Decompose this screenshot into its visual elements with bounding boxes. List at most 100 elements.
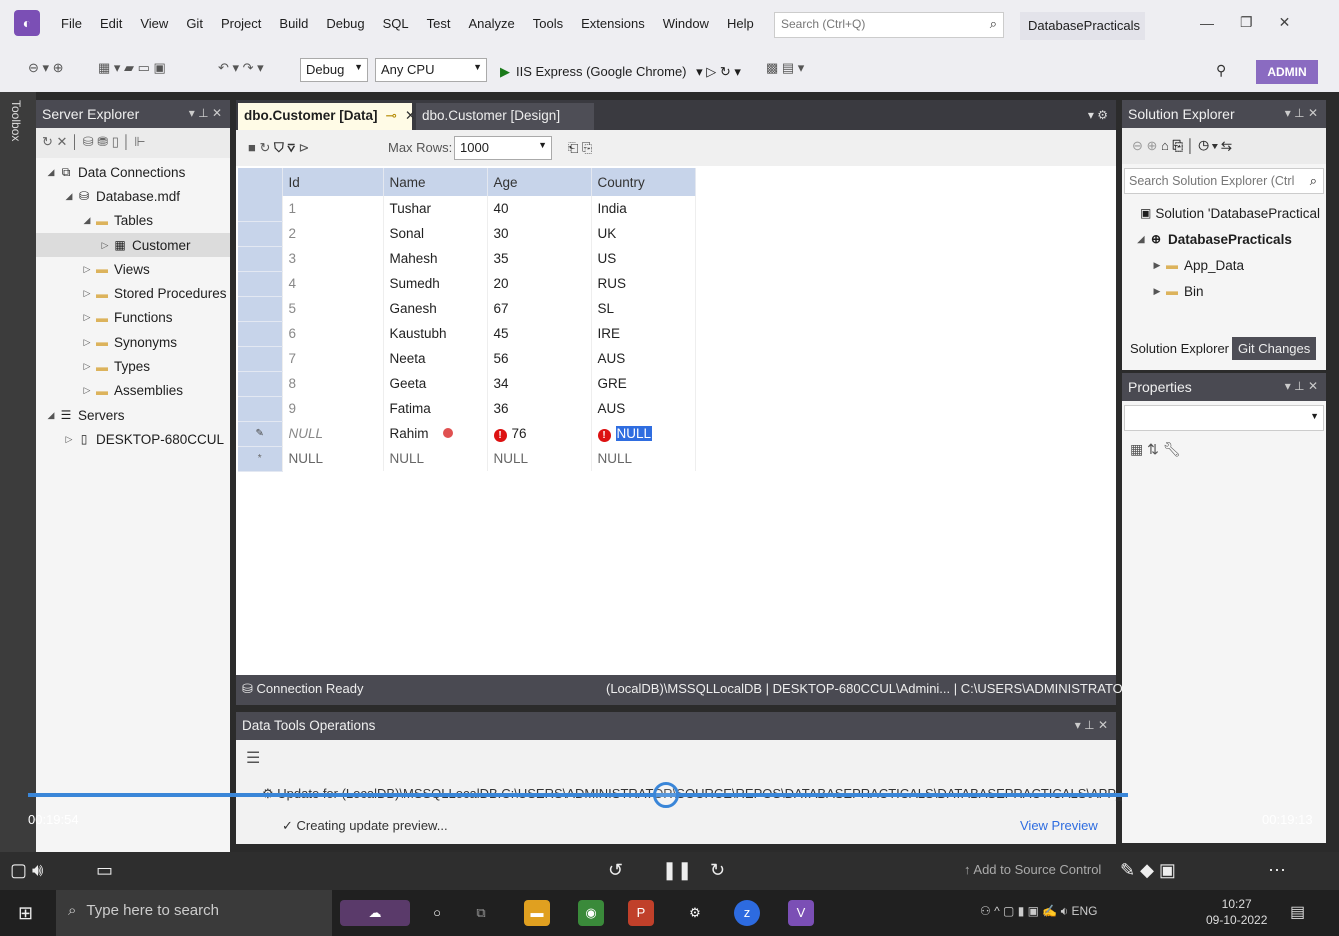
cell-age[interactable]: 67 [487,296,592,321]
live-share-icon[interactable]: ⚲ [1216,62,1226,79]
menu-item-git[interactable]: Git [177,16,212,31]
visual-studio-icon[interactable]: V [788,900,814,926]
tree-node-stored-procedures[interactable]: ▷ ▬ Stored Procedures [36,281,230,305]
expander-icon[interactable]: ▷ [62,434,76,445]
row-header[interactable] [238,296,283,322]
expander-icon[interactable]: ▷ [80,288,94,299]
tree-node-functions[interactable]: ▷ ▬ Functions [36,306,230,330]
row-header[interactable] [238,271,283,297]
cell-country[interactable]: SL [591,296,696,321]
powerpoint-icon[interactable]: P [628,900,654,926]
cell-country[interactable]: NULL [591,446,696,471]
cell-age[interactable]: 36 [487,396,592,421]
cell-age[interactable]: 20 [487,271,592,296]
row-header[interactable] [238,396,283,422]
table-row[interactable]: 1 Tushar 40 India [238,196,696,222]
column-header-id[interactable]: Id [282,168,384,196]
table-row[interactable]: 4 Sumedh 20 RUS [238,271,696,297]
video-scrub-handle[interactable] [653,782,679,808]
cell-id[interactable]: 7 [282,346,384,371]
table-row[interactable]: 9 Fatima 36 AUS [238,396,696,422]
tree-node-desktop-680ccul[interactable]: ▷ ▯ DESKTOP-680CCUL [36,427,230,451]
zoom-icon[interactable]: z [734,900,760,926]
row-header[interactable] [238,346,283,372]
expander-icon[interactable]: ▷ [80,312,94,323]
file-explorer-icon[interactable]: ▬ [524,900,550,926]
cell-name[interactable]: Tushar [383,196,488,221]
menu-item-build[interactable]: Build [270,16,317,31]
cell-country[interactable]: RUS [591,271,696,296]
tab-customer-data[interactable]: dbo.Customer [Data] ⊸ ✕ [238,103,416,130]
video-progress-bar[interactable] [28,793,1128,797]
table-row[interactable]: 8 Geeta 34 GRE [238,371,696,397]
row-header[interactable]: ✎ [238,421,283,447]
task-view-icon[interactable]: ⧉ [468,900,494,926]
close-tab-icon[interactable]: ✕ [405,108,416,123]
pause-icon[interactable]: ❚❚ [662,860,692,881]
pane-controls-icon[interactable]: ▾ ⊥ ✕ [1075,718,1108,732]
tree-node-tables[interactable]: ◢ ▬ Tables [36,209,230,233]
platform-select[interactable]: Any CPU ▼ [375,58,487,82]
settings-gear-icon[interactable]: ▾ ⚙ [1088,108,1108,122]
cell-id[interactable]: 3 [282,246,384,271]
cell-id[interactable]: 2 [282,221,384,246]
cell-age[interactable]: NULL [487,446,592,471]
configuration-select[interactable]: Debug ▼ [300,58,368,82]
tree-node-servers[interactable]: ◢ ☰ Servers [36,403,230,427]
menu-item-sql[interactable]: SQL [374,16,418,31]
solution-item-databasepracticals[interactable]: ◢ ⊕ DatabasePracticals [1128,226,1320,252]
expander-icon[interactable]: ▶ [1150,260,1164,271]
tree-node-assemblies[interactable]: ▷ ▬ Assemblies [36,379,230,403]
script-icon[interactable]: ⎗ ⎘ [568,140,592,156]
expander-icon[interactable]: ◢ [62,191,76,202]
pen-icon[interactable]: ✎ ◆ ▣ [1120,860,1176,881]
browser-link-icon[interactable]: ▩ ▤ ▾ [766,60,804,76]
system-tray[interactable]: ⚇ ^ ▢ ▮ ▣ ✍ 🔉︎ ENG [980,904,1098,919]
column-header-country[interactable]: Country [591,168,696,196]
chrome-icon[interactable]: ◉ [578,900,604,926]
menu-item-debug[interactable]: Debug [317,16,373,31]
cell-country[interactable]: US [591,246,696,271]
table-row[interactable]: 5 Ganesh 67 SL [238,296,696,322]
cell-country[interactable]: IRE [591,321,696,346]
row-header[interactable] [238,246,283,272]
rewind-10-icon[interactable]: ↺ [608,860,623,881]
cell-id[interactable]: 9 [282,396,384,421]
max-rows-select[interactable]: 1000 ▼ [454,136,552,160]
expander-icon[interactable]: ▶ [1150,286,1164,297]
forward-30-icon[interactable]: ↻ [710,860,725,881]
cell-id[interactable]: 4 [282,271,384,296]
cell-name[interactable]: Ganesh [383,296,488,321]
cell-name[interactable]: Neeta [383,346,488,371]
notifications-icon[interactable]: ▤ [1290,902,1305,922]
cell-age[interactable]: 35 [487,246,592,271]
cell-id[interactable]: NULL [282,421,384,446]
clock[interactable]: 10:27 09-10-2022 [1206,896,1267,928]
cell-name[interactable]: NULL [383,446,488,471]
new-project-icon[interactable]: ▦ ▾ ▰ ▭ ▣ [98,60,166,76]
solution-item-bin[interactable]: ▶ ▬ Bin [1128,278,1320,304]
menu-item-help[interactable]: Help [718,16,763,31]
pin-icon[interactable]: ⊸ [386,108,397,123]
cell-id[interactable]: 5 [282,296,384,321]
cell-age[interactable]: 40 [487,196,592,221]
expander-icon[interactable]: ▷ [80,264,94,275]
cell-name[interactable]: Sumedh [383,271,488,296]
solution-search-input[interactable]: Search Solution Explorer (Ctrl ⌕ [1124,168,1324,194]
cell-country[interactable]: GRE [591,371,696,396]
expander-icon[interactable]: ▷ [98,240,112,251]
pane-controls-icon[interactable]: ▾ ⊥ ✕ [189,106,222,120]
cell-age[interactable]: 45 [487,321,592,346]
row-header[interactable] [238,221,283,247]
results-grid[interactable]: Id Name Age Country 1 Tushar 40 India 2 Sonal… [238,168,696,472]
pane-controls-icon[interactable]: ▾ ⊥ ✕ [1285,106,1318,120]
back-icon[interactable]: ⊖ ▾ ⊕ [28,60,64,76]
cell-country[interactable]: AUS [591,346,696,371]
menu-item-extensions[interactable]: Extensions [572,16,654,31]
table-row[interactable]: 6 Kaustubh 45 IRE [238,321,696,347]
menu-item-test[interactable]: Test [418,16,460,31]
more-icon[interactable]: ⋯ [1268,860,1286,881]
expander-icon[interactable]: ◢ [44,167,58,178]
table-row[interactable]: 2 Sonal 30 UK [238,221,696,247]
menu-item-file[interactable]: File [52,16,91,31]
